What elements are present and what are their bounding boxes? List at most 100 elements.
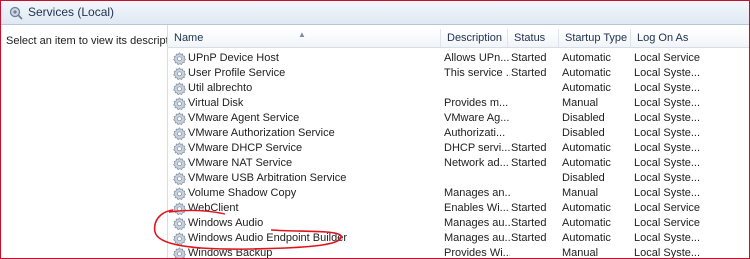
service-name-cell: Windows Audio Endpoint Builder — [173, 231, 441, 246]
service-status: Started — [511, 142, 547, 154]
service-status — [511, 96, 559, 111]
table-row[interactable]: Volume Shadow Copy Manages an... Manual Loc… — [168, 186, 749, 201]
service-startup-type: Manual — [562, 97, 599, 109]
service-log-on-as: Local Syste... — [634, 127, 701, 139]
service-description — [444, 171, 510, 186]
service-name-cell: Util albrechto — [173, 81, 441, 96]
description-prompt: Select an item to view its description. — [6, 35, 187, 47]
column-header-log-on-as[interactable]: Log On As — [631, 29, 749, 47]
table-row[interactable]: VMware Agent Service VMware Ag... Disabled… — [168, 111, 749, 126]
table-row[interactable]: VMware USB Arbitration Service Disabled Lo… — [168, 171, 749, 186]
service-name: Util albrechto — [188, 82, 253, 94]
service-status: Started — [511, 52, 547, 64]
window-title: Services (Local) — [28, 5, 115, 19]
column-header-log-on-as-label: Log On As — [637, 32, 689, 44]
table-row[interactable]: Windows Backup Provides Wi... Manual Local … — [168, 246, 749, 259]
service-startup-type: Automatic — [562, 217, 611, 229]
gear-icon — [173, 112, 187, 126]
service-name-cell: VMware Authorization Service — [173, 126, 441, 141]
table-row[interactable]: VMware NAT Service Network ad... Started Au… — [168, 156, 749, 171]
gear-icon — [173, 82, 187, 96]
gear-icon — [173, 172, 187, 186]
service-status: Started — [511, 202, 547, 214]
service-description: Network ad... — [444, 157, 509, 169]
service-description: VMware Ag... — [444, 112, 510, 124]
service-status — [511, 246, 559, 258]
service-name-cell: VMware Agent Service — [173, 111, 441, 126]
service-name: VMware NAT Service — [188, 157, 293, 169]
service-log-on-as: Local Syste... — [634, 187, 701, 199]
table-row[interactable]: VMware Authorization Service Authorizati.… — [168, 126, 749, 141]
service-status — [511, 111, 559, 126]
column-header-status-label: Status — [514, 32, 546, 44]
service-status: Started — [511, 217, 547, 229]
service-log-on-as: Local Syste... — [634, 142, 701, 154]
gear-icon — [173, 67, 187, 81]
column-header-startup-type[interactable]: Startup Type — [559, 29, 631, 47]
service-name: UPnP Device Host — [188, 52, 279, 64]
table-row[interactable]: Windows Audio Manages au... Started Automat… — [168, 216, 749, 231]
column-header-description[interactable]: Description — [441, 29, 508, 47]
service-startup-type: Automatic — [562, 232, 611, 244]
service-name-cell: VMware DHCP Service — [173, 141, 441, 156]
services-window: Services (Local) Select an item to view … — [0, 0, 750, 259]
service-description: Allows UPn... — [444, 52, 510, 64]
service-description: Provides m... — [444, 97, 509, 109]
service-name-cell: Virtual Disk — [173, 96, 441, 111]
service-name: Windows Audio Endpoint Builder — [188, 232, 347, 244]
service-name-cell: User Profile Service — [173, 66, 441, 81]
gear-icon — [173, 232, 187, 246]
gear-icon — [173, 127, 187, 141]
service-log-on-as: Local Syste... — [634, 112, 701, 124]
column-header-status[interactable]: Status — [508, 29, 559, 47]
column-header-name-label: Name — [174, 32, 204, 44]
service-name: VMware Agent Service — [188, 112, 300, 124]
service-status — [511, 171, 559, 186]
service-log-on-as: Local Service — [634, 217, 701, 229]
service-description: Provides Wi... — [444, 247, 510, 259]
service-description: Manages an... — [444, 187, 510, 199]
gear-icon — [173, 157, 187, 171]
service-name-cell: VMware NAT Service — [173, 156, 441, 171]
table-row[interactable]: Virtual Disk Provides m... Manual Local Sys… — [168, 96, 749, 111]
service-status: Started — [511, 157, 547, 169]
table-row[interactable]: Windows Audio Endpoint Builder Manages au… — [168, 231, 749, 246]
service-log-on-as: Local Syste... — [634, 157, 701, 169]
service-startup-type: Manual — [562, 247, 599, 259]
gear-icon — [173, 217, 187, 231]
service-description: DHCP servi... — [444, 142, 510, 154]
table-row[interactable]: Util albrechto Automatic Local Syste... — [168, 81, 749, 96]
table-row[interactable]: User Profile Service This service ... Star… — [168, 66, 749, 81]
column-header-description-label: Description — [447, 32, 503, 44]
service-name: Windows Backup — [188, 247, 273, 259]
service-description: Manages au... — [444, 217, 510, 229]
table-row[interactable]: VMware DHCP Service DHCP servi... Started A… — [168, 141, 749, 156]
service-log-on-as: Local Service — [634, 202, 701, 214]
service-name-cell: VMware USB Arbitration Service — [173, 171, 441, 186]
service-name: Virtual Disk — [188, 97, 244, 109]
column-header-startup-type-label: Startup Type — [565, 32, 628, 44]
service-status: Started — [511, 67, 547, 79]
service-name-cell: WebClient — [173, 201, 441, 216]
service-description: Authorizati... — [444, 127, 506, 139]
service-log-on-as: Local Syste... — [634, 97, 701, 109]
gear-icon — [173, 247, 187, 258]
gear-icon — [173, 202, 187, 216]
service-description — [444, 81, 510, 96]
service-log-on-as: Local Syste... — [634, 247, 701, 259]
service-name: VMware Authorization Service — [188, 127, 335, 139]
services-list: ▲ Name Description Status Startup Type L… — [168, 25, 749, 259]
table-row[interactable]: WebClient Enables Wi... Started Automatic Lo… — [168, 201, 749, 216]
service-description: Enables Wi... — [444, 202, 509, 214]
service-startup-type: Automatic — [562, 82, 611, 94]
service-description: This service ... — [444, 67, 510, 79]
service-description: Manages au... — [444, 232, 510, 244]
gear-icon — [173, 97, 187, 111]
column-header-name[interactable]: ▲ Name — [168, 29, 441, 47]
service-log-on-as: Local Service — [634, 52, 701, 64]
column-header-row: ▲ Name Description Status Startup Type L… — [168, 29, 749, 48]
service-name: Volume Shadow Copy — [188, 187, 297, 199]
table-row[interactable]: UPnP Device Host Allows UPn... Started Auto… — [168, 51, 749, 66]
service-startup-type: Automatic — [562, 67, 611, 79]
service-startup-type: Disabled — [562, 127, 605, 139]
